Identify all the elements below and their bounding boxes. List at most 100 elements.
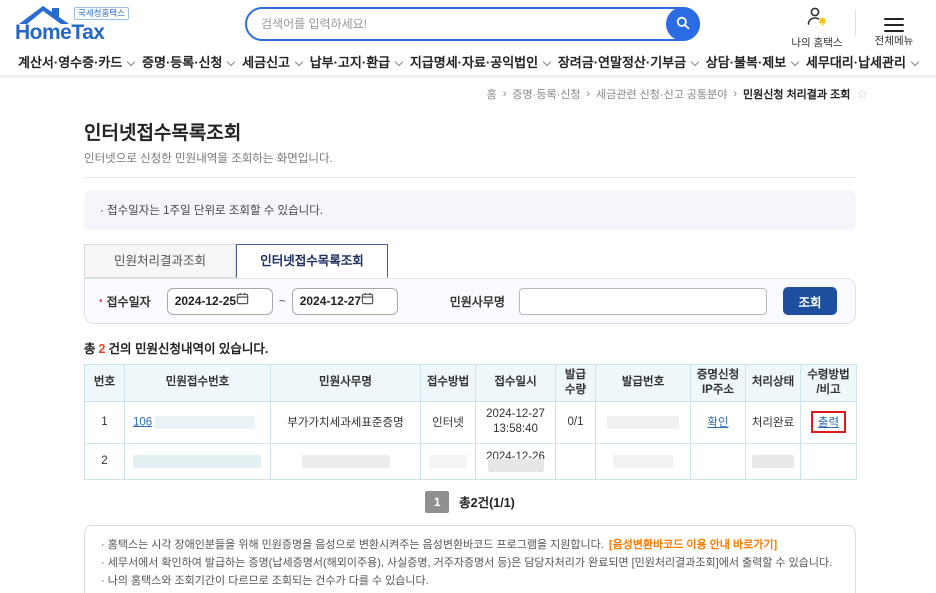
redacted-block: [301, 454, 390, 468]
search-filter-panel: • 접수일자 2024-12-25 ~ 2024-12-27 민원사무명 조회: [84, 278, 856, 324]
page-number-button[interactable]: 1: [425, 490, 450, 513]
notice-line: · 세무서에서 확인하여 발급하는 증명(납세증명서(해외이주용), 사실증명,…: [101, 557, 833, 570]
breadcrumb-separator: ›: [733, 88, 738, 100]
date-range-tilde: ~: [278, 294, 286, 308]
nav-item-payment[interactable]: 납부·고지·환급: [310, 52, 404, 71]
col-ip: 증명신청 IP주소: [690, 364, 746, 402]
cell-receive: 출력: [800, 400, 857, 444]
ip-check-link[interactable]: 확인: [707, 417, 728, 429]
search-button[interactable]: [666, 7, 700, 41]
user-bell-icon: [804, 7, 830, 33]
main-navigation: 계산서·영수증·카드 증명·등록·신청 세금신고 납부·고지·환급 지급명세·자…: [0, 48, 936, 78]
cell-no: 1: [84, 400, 125, 444]
logo-brand-text: HomeTax: [15, 21, 105, 44]
page-subtitle: 인터넷으로 신청한 민원내역을 조회하는 화면입니다.: [84, 150, 856, 178]
search-input[interactable]: [261, 9, 651, 39]
notice-line: · 홈택스는 시각 장애인분들을 위해 민원증명을 음성으로 변환시켜주는 음성…: [101, 538, 778, 551]
page-total-label: 총2건(1/1): [459, 496, 515, 511]
col-method: 접수방법: [420, 364, 476, 402]
chevron-down-icon: [690, 57, 700, 67]
col-status: 처리상태: [745, 364, 801, 402]
doc-name-input[interactable]: [518, 287, 767, 315]
chevron-down-icon: [394, 57, 404, 67]
receipt-no-link[interactable]: 106: [133, 416, 152, 428]
chevron-down-icon: [542, 57, 552, 67]
my-hometax-button[interactable]: 나의 홈택스: [785, 5, 849, 50]
cell-ip: 확인: [690, 400, 746, 444]
chevron-down-icon: [127, 57, 136, 67]
breadcrumb-common[interactable]: 세금관련 신청·신고 공통분야: [596, 86, 727, 102]
main-content: 인터넷접수목록조회 인터넷으로 신청한 민원내역을 조회하는 화면입니다. · …: [84, 118, 857, 593]
cell-status: [745, 442, 801, 480]
tab-minwon-result[interactable]: 민원처리결과조회: [84, 244, 236, 278]
cell-datetime: 2024-12-27 13:58:40: [475, 400, 556, 444]
date-to-input[interactable]: 2024-12-27: [291, 287, 398, 315]
breadcrumb-cert[interactable]: 증명·등록·신청: [512, 86, 580, 102]
breadcrumb-separator: ›: [586, 88, 591, 100]
calendar-icon[interactable]: [361, 292, 374, 310]
breadcrumb-separator: ›: [502, 88, 507, 100]
redacted-block: [607, 415, 679, 429]
col-qty: 발급 수량: [555, 364, 596, 402]
tab-bar: 민원처리결과조회 인터넷접수목록조회: [84, 244, 856, 278]
nav-item-statement[interactable]: 지급명세·자료·공익법인: [410, 52, 552, 71]
voice-barcode-link[interactable]: [음성변환바코드 이용 안내 바로가기]: [609, 539, 777, 551]
print-link[interactable]: 출력: [818, 417, 839, 429]
receipt-date-label: 접수일자: [106, 294, 151, 309]
chevron-down-icon: [910, 57, 920, 67]
nav-item-consult[interactable]: 상담·불복·제보: [706, 52, 800, 71]
logo-badge: 국세청홈택스: [74, 7, 129, 20]
cell-status: 처리완료: [745, 400, 801, 444]
col-issue-no: 발급번호: [595, 364, 691, 402]
global-search-bar: [245, 7, 700, 41]
col-receipt-no: 민원접수번호: [124, 364, 271, 402]
red-annotation-box: 출력: [810, 411, 847, 434]
cell-datetime: 2024-12-26: [475, 442, 556, 480]
result-count: 2: [98, 342, 106, 356]
search-icon: [675, 15, 691, 34]
breadcrumb: 홈 › 증명·등록·신청 › 세금관련 신청·신고 공통분야 › 민원신청 처리…: [84, 78, 868, 110]
bottom-notice-box: · 홈택스는 시각 장애인분들을 위해 민원증명을 음성으로 변환시켜주는 음성…: [84, 524, 856, 593]
favorite-star-icon[interactable]: ☆: [856, 86, 868, 102]
cell-receive: [800, 442, 857, 480]
result-summary: 총 2 건의 민원신청내역이 있습니다.: [84, 342, 269, 356]
nav-item-certification[interactable]: 증명·등록·신청: [142, 52, 236, 71]
cell-doc-name: 부가가치세과세표준증명: [270, 400, 421, 444]
cell-qty: [555, 442, 596, 480]
table-row: 2 2024-12-26: [84, 442, 857, 480]
chevron-down-icon: [790, 57, 800, 67]
nav-item-tax-report[interactable]: 세금신고: [242, 52, 304, 71]
chevron-down-icon: [294, 57, 304, 67]
clipped-date: 2024-12-26: [486, 451, 545, 460]
table-row: 1 106 부가가치세과세표준증명 인터넷 2024-12-27 13:58:4…: [84, 400, 857, 444]
nav-item-incentive[interactable]: 장려금·연말정산·기부금: [558, 52, 700, 71]
hometax-logo[interactable]: 국세청홈택스 HomeTax: [14, 2, 144, 46]
cell-receipt-no: [124, 442, 271, 480]
nav-item-tax-agent[interactable]: 세무대리·납세관리: [806, 52, 920, 71]
breadcrumb-home[interactable]: 홈: [487, 86, 497, 102]
hamburger-menu-icon: [884, 13, 904, 33]
page-title: 인터넷접수목록조회: [84, 123, 242, 144]
redacted-block: [752, 454, 794, 468]
nav-item-invoice[interactable]: 계산서·영수증·카드: [18, 52, 136, 71]
redacted-block: [429, 454, 467, 468]
cell-no: 2: [84, 442, 125, 480]
receipt-list-table: 번호 민원접수번호 민원사무명 접수방법 접수일시 발급 수량 발급번호 증명신…: [84, 364, 857, 480]
all-menu-button[interactable]: 전체메뉴: [862, 7, 926, 48]
search-submit-button[interactable]: 조회: [783, 287, 837, 315]
date-from-input[interactable]: 2024-12-25: [166, 287, 273, 315]
tab-internet-receipt-list[interactable]: 인터넷접수목록조회: [236, 244, 388, 278]
header-utility: 나의 홈택스 전체메뉴: [785, 5, 926, 50]
doc-name-label: 민원사무명: [449, 294, 505, 309]
my-hometax-label: 나의 홈택스: [791, 37, 843, 49]
notice-line: · 나의 홈택스와 조회기간이 다르므로 조회되는 건수가 다를 수 있습니다.: [101, 575, 429, 588]
redacted-block: [155, 415, 256, 429]
table-header-row: 번호 민원접수번호 민원사무명 접수방법 접수일시 발급 수량 발급번호 증명신…: [84, 364, 857, 402]
top-notice-box: · 접수일자는 1주일 단위로 조회할 수 있습니다.: [84, 190, 856, 230]
calendar-icon[interactable]: [236, 292, 249, 310]
col-doc-name: 민원사무명: [270, 364, 421, 402]
cell-issue-no: [595, 400, 691, 444]
chevron-down-icon: [227, 57, 236, 67]
redacted-block: [487, 459, 544, 473]
all-menu-label: 전체메뉴: [874, 35, 914, 48]
